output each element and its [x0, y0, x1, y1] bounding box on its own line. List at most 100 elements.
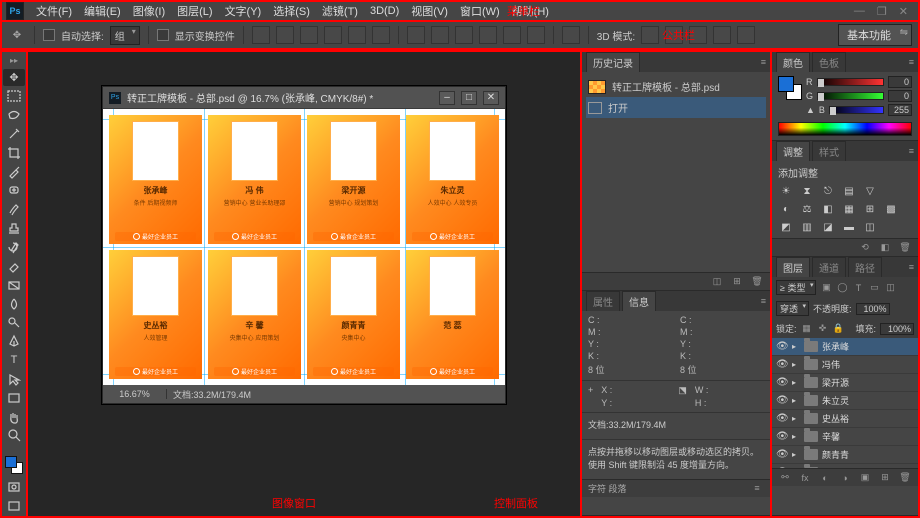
align-button-5[interactable] — [348, 26, 366, 44]
doc-minimize-button[interactable]: – — [439, 91, 455, 105]
doc-maximize-button[interactable]: □ — [461, 91, 477, 105]
menu-filter[interactable]: 滤镜(T) — [316, 3, 364, 19]
adj-bw-icon[interactable]: ◧ — [820, 202, 836, 216]
b-slider[interactable] — [829, 106, 884, 114]
history-step-open[interactable]: 打开 — [586, 97, 766, 118]
distribute-button-2[interactable] — [431, 26, 449, 44]
filter-smart-icon[interactable]: ◫ — [884, 282, 896, 294]
r-value[interactable]: 0 — [888, 76, 912, 88]
filter-type-icon[interactable]: T — [852, 282, 864, 294]
lock-all-icon[interactable]: 🔒 — [833, 323, 845, 335]
new-fill-icon[interactable]: ◑ — [838, 472, 852, 484]
auto-select-checkbox[interactable] — [43, 29, 55, 41]
new-layer-icon[interactable]: ⊞ — [878, 472, 892, 484]
r-slider[interactable] — [817, 78, 885, 86]
visibility-eye-icon[interactable]: 👁 — [776, 341, 788, 352]
layer-row[interactable]: 👁▸梁开源 — [772, 374, 918, 392]
expand-arrow-icon[interactable]: ▸ — [792, 450, 800, 459]
expand-arrow-icon[interactable]: ▸ — [792, 342, 800, 351]
adj-curves-icon[interactable]: ⎋ — [820, 184, 836, 198]
panel-menu-icon[interactable]: ≡ — [761, 296, 766, 306]
menu-layer[interactable]: 图层(L) — [171, 3, 218, 19]
wand-tool[interactable] — [3, 126, 25, 143]
adj-hue-icon[interactable]: ◐ — [778, 202, 794, 216]
menu-view[interactable]: 视图(V) — [405, 3, 454, 19]
layer-row[interactable]: 👁▸辛馨 — [772, 428, 918, 446]
history-tab[interactable]: 历史记录 — [586, 52, 640, 72]
window-close-button[interactable]: ✕ — [899, 5, 908, 18]
adj-exposure-icon[interactable]: ▤ — [841, 184, 857, 198]
adj-reset-icon[interactable]: ⟲ — [858, 242, 872, 254]
fill-field[interactable]: 100% — [880, 323, 914, 335]
doc-size-readout[interactable]: 文档:33.2M/179.4M — [167, 388, 257, 401]
delete-layer-icon[interactable]: 🗑 — [898, 472, 912, 484]
adj-mixer-icon[interactable]: ⊞ — [862, 202, 878, 216]
adj-lut-icon[interactable]: ▩ — [883, 202, 899, 216]
align-button-3[interactable] — [300, 26, 318, 44]
path-select-tool[interactable] — [3, 371, 25, 388]
adj-levels-icon[interactable]: ⧗ — [799, 184, 815, 198]
menu-type[interactable]: 文字(Y) — [219, 3, 268, 19]
color-spectrum[interactable] — [778, 122, 912, 136]
workspace-dropdown[interactable]: 基本功能 — [838, 24, 912, 46]
layer-row[interactable]: 👁▸史丛裕 — [772, 410, 918, 428]
history-new-doc-icon[interactable]: ⊞ — [730, 276, 744, 288]
visibility-eye-icon[interactable]: 👁 — [776, 431, 788, 442]
char-para-tabs[interactable]: 字符 段落 — [588, 482, 627, 495]
stamp-tool[interactable] — [3, 220, 25, 237]
menu-window[interactable]: 窗口(W) — [454, 3, 506, 19]
info-tab[interactable]: 信息 — [622, 291, 656, 311]
layer-row[interactable]: 👁▸冯伟 — [772, 356, 918, 374]
eyedropper-tool[interactable] — [3, 163, 25, 180]
align-button-6[interactable] — [372, 26, 390, 44]
g-value[interactable]: 0 — [888, 90, 912, 102]
color-swatch-picker[interactable] — [778, 76, 800, 98]
adjust-tab[interactable]: 调整 — [776, 141, 810, 161]
screenmode-tool[interactable] — [3, 497, 25, 514]
filter-img-icon[interactable]: ▣ — [820, 282, 832, 294]
blend-mode-dropdown[interactable]: 穿透 — [776, 301, 809, 316]
adj-invert-icon[interactable]: ◩ — [778, 220, 794, 234]
distribute-button-6[interactable] — [527, 26, 545, 44]
align-button-2[interactable] — [276, 26, 294, 44]
panel-menu-icon[interactable]: ≡ — [909, 57, 914, 67]
history-brush-tool[interactable] — [3, 239, 25, 256]
styles-tab[interactable]: 样式 — [812, 141, 846, 161]
layer-mask-icon[interactable]: ◐ — [818, 472, 832, 484]
visibility-eye-icon[interactable]: 👁 — [776, 449, 788, 460]
quickmask-tool[interactable] — [3, 478, 25, 495]
3d-button-1[interactable] — [641, 26, 659, 44]
new-group-icon[interactable]: ▣ — [858, 472, 872, 484]
gradient-tool[interactable] — [3, 276, 25, 293]
menu-select[interactable]: 选择(S) — [267, 3, 316, 19]
distribute-button-5[interactable] — [503, 26, 521, 44]
align-button-1[interactable] — [252, 26, 270, 44]
adj-clip-icon[interactable]: ◧ — [878, 242, 892, 254]
panel-menu-icon[interactable]: ≡ — [909, 146, 914, 156]
visibility-eye-icon[interactable]: 👁 — [776, 413, 788, 424]
b-value[interactable]: 255 — [888, 104, 912, 116]
expand-arrow-icon[interactable]: ▸ — [792, 396, 800, 405]
move-tool[interactable]: ✥ — [3, 69, 25, 86]
layer-fx-icon[interactable]: fx — [798, 472, 812, 484]
3d-button-5[interactable] — [737, 26, 755, 44]
menu-file[interactable]: 文件(F) — [30, 3, 78, 19]
opacity-field[interactable]: 100% — [856, 303, 890, 315]
expand-arrow-icon[interactable]: ▸ — [792, 378, 800, 387]
zoom-tool[interactable] — [3, 427, 25, 444]
menu-3d[interactable]: 3D(D) — [364, 5, 405, 17]
dodge-tool[interactable] — [3, 314, 25, 331]
healing-tool[interactable] — [3, 182, 25, 199]
expand-arrow-icon[interactable]: ▸ — [792, 414, 800, 423]
layer-row[interactable]: 👁▸朱立灵 — [772, 392, 918, 410]
visibility-eye-icon[interactable]: 👁 — [776, 359, 788, 370]
link-layers-icon[interactable]: ⚯ — [778, 472, 792, 484]
window-restore-button[interactable]: ❐ — [877, 5, 887, 18]
distribute-button-3[interactable] — [455, 26, 473, 44]
adj-poster-icon[interactable]: ▥ — [799, 220, 815, 234]
menu-edit[interactable]: 编辑(E) — [78, 3, 127, 19]
adj-photo-icon[interactable]: ▦ — [841, 202, 857, 216]
toolbar-collapse-icon[interactable]: ▸▸ — [10, 56, 18, 65]
window-minimize-button[interactable]: — — [854, 5, 865, 18]
channels-tab[interactable]: 通道 — [812, 257, 846, 277]
